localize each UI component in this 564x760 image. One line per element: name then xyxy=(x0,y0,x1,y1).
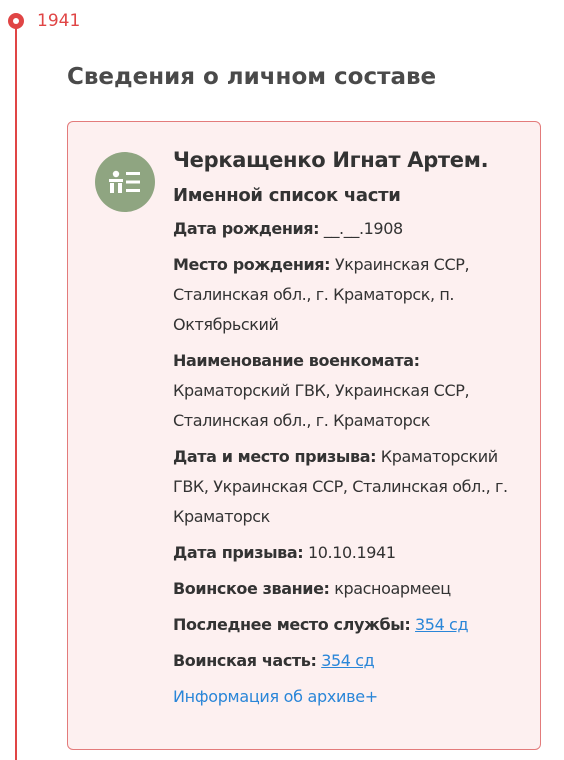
military-unit-link[interactable]: 354 сд xyxy=(321,651,374,670)
timeline-dot-icon xyxy=(8,13,24,29)
timeline-year: 1941 xyxy=(37,11,81,31)
field-label: Последнее место службы: xyxy=(173,615,411,634)
person-name: Черкащенко Игнат Артем. xyxy=(173,148,489,172)
field-label: Воинская часть: xyxy=(173,651,317,670)
field-military-office: Наименование военкомата: Краматорский ГВ… xyxy=(173,346,513,436)
field-conscription-place: Дата и место призыва: Краматорский ГВК, … xyxy=(173,442,513,532)
field-last-service: Последнее место службы: 354 сд xyxy=(173,610,513,640)
field-label: Место рождения: xyxy=(173,255,331,274)
field-conscription-date: Дата призыва: 10.10.1941 xyxy=(173,538,513,568)
field-value: 10.10.1941 xyxy=(303,543,396,562)
field-label: Дата рождения: xyxy=(173,219,320,238)
record-card: Черкащенко Игнат Артем. Именной список ч… xyxy=(67,121,541,750)
section-title: Сведения о личном составе xyxy=(67,64,437,90)
field-label: Наименование военкомата: xyxy=(173,351,420,370)
timeline-line xyxy=(15,20,17,760)
field-label: Воинское звание: xyxy=(173,579,330,598)
field-birth-date: Дата рождения: __.__.1908 xyxy=(173,214,513,244)
field-value: Краматорский ГВК, Украинская ССР, Сталин… xyxy=(173,381,470,430)
field-military-unit: Воинская часть: 354 сд xyxy=(173,646,513,676)
field-value: красноармеец xyxy=(329,579,451,598)
document-type: Именной список части xyxy=(173,185,401,206)
field-label: Дата призыва: xyxy=(173,543,304,562)
field-birth-place: Место рождения: Украинская ССР, Сталинск… xyxy=(173,250,513,340)
field-value: __.__.1908 xyxy=(319,219,403,238)
last-service-link[interactable]: 354 сд xyxy=(415,615,468,634)
archive-info-link[interactable]: Информация об архиве+ xyxy=(173,682,378,712)
person-list-icon xyxy=(95,152,155,212)
record-content: Черкащенко Игнат Артем. Именной список ч… xyxy=(173,144,513,712)
field-label: Дата и место призыва: xyxy=(173,447,377,466)
field-rank: Воинское звание: красноармеец xyxy=(173,574,513,604)
